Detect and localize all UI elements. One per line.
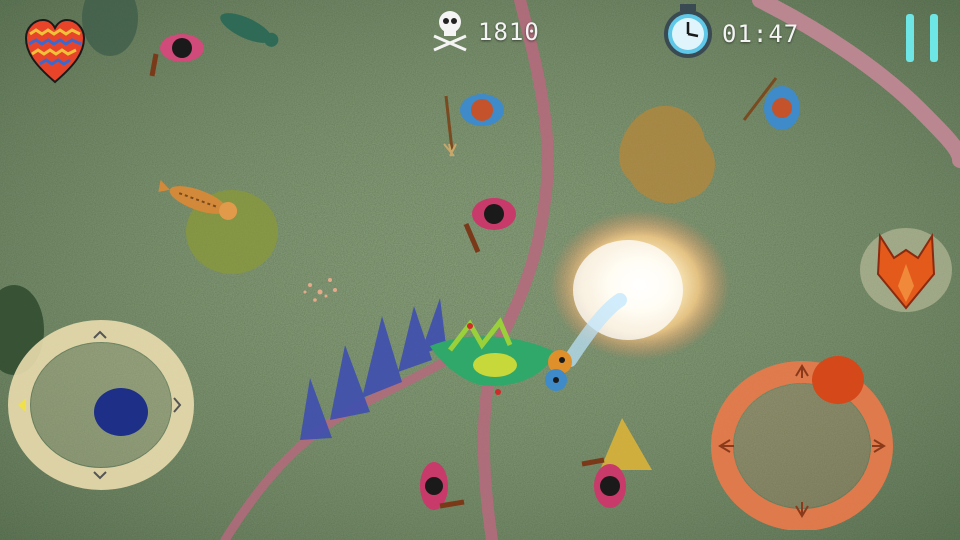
patterned-heart-icon <box>24 18 86 84</box>
round-timer: 01:47 <box>662 4 798 62</box>
stopwatch-icon <box>664 4 712 58</box>
kill-count: 1810 <box>478 18 540 46</box>
pause-button[interactable] <box>900 10 948 66</box>
fire-joystick[interactable] <box>706 350 902 531</box>
skull-crossbones-icon <box>433 11 467 52</box>
fire-joystick-knob[interactable] <box>812 356 864 404</box>
move-joystick-knob[interactable] <box>94 388 148 436</box>
timer-display: 01:47 <box>722 20 800 48</box>
lives-heart <box>24 18 86 84</box>
pause-icon <box>906 14 938 62</box>
kill-counter: 1810 <box>430 8 540 54</box>
special-ability-button[interactable] <box>858 224 954 314</box>
move-joystick[interactable] <box>6 318 196 492</box>
